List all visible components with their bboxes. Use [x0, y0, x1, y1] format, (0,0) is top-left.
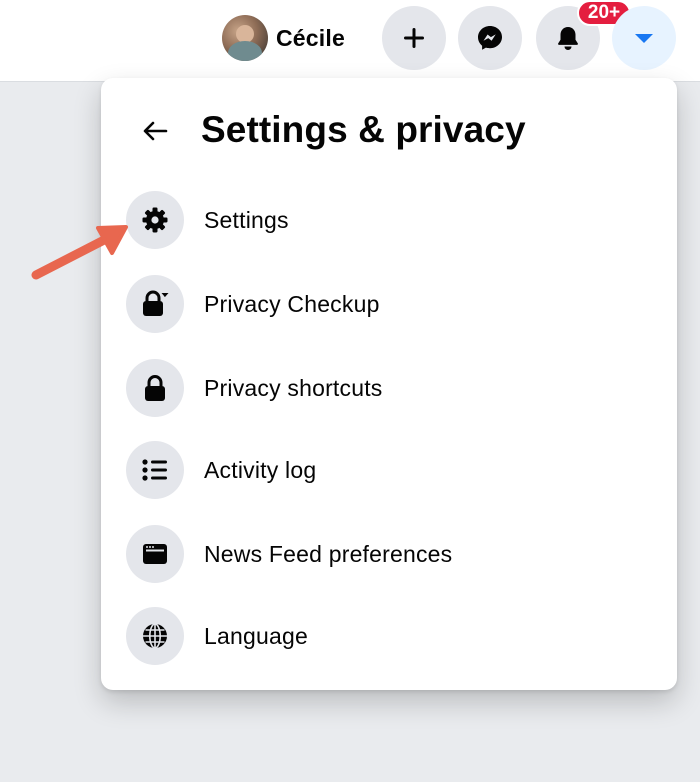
profile-shortcut[interactable]: Cécile	[218, 12, 355, 64]
menu-item-label: Language	[204, 622, 308, 649]
list-icon	[126, 441, 184, 499]
feed-window-icon	[126, 525, 184, 583]
menu-item-label: Settings	[204, 206, 289, 233]
account-menu-button[interactable]	[612, 6, 676, 70]
gear-icon	[126, 191, 184, 249]
menu-item-label: Activity log	[204, 456, 317, 483]
menu-item-news-feed-preferences[interactable]: News Feed preferences	[117, 519, 661, 589]
back-button[interactable]	[131, 107, 179, 155]
menu-title: Settings & privacy	[201, 109, 526, 150]
menu-item-privacy-checkup[interactable]: Privacy Checkup	[117, 269, 661, 339]
create-button[interactable]	[382, 6, 446, 70]
lock-icon	[126, 359, 184, 417]
menu-item-privacy-shortcuts[interactable]: Privacy shortcuts	[117, 353, 661, 423]
lock-checkup-icon	[126, 275, 184, 333]
menu-item-label: Privacy Checkup	[204, 290, 380, 317]
menu-header: Settings & privacy	[101, 102, 677, 160]
back-arrow-icon	[143, 121, 168, 141]
caret-down-icon	[635, 34, 653, 43]
menu-item-language[interactable]: Language	[117, 601, 661, 671]
top-navigation-bar: Cécile 20+	[0, 0, 700, 82]
settings-privacy-menu: Settings & privacy Settings Privacy Chec…	[101, 78, 677, 690]
bell-icon	[558, 27, 578, 50]
menu-item-label: News Feed preferences	[204, 540, 453, 567]
globe-icon	[126, 607, 184, 665]
messenger-icon	[478, 26, 502, 50]
messenger-button[interactable]	[458, 6, 522, 70]
avatar	[222, 15, 268, 61]
menu-item-activity-log[interactable]: Activity log	[117, 435, 661, 505]
menu-item-label: Privacy shortcuts	[204, 374, 383, 401]
profile-name: Cécile	[276, 24, 345, 51]
menu-item-settings[interactable]: Settings	[117, 185, 661, 255]
plus-icon	[404, 28, 424, 48]
